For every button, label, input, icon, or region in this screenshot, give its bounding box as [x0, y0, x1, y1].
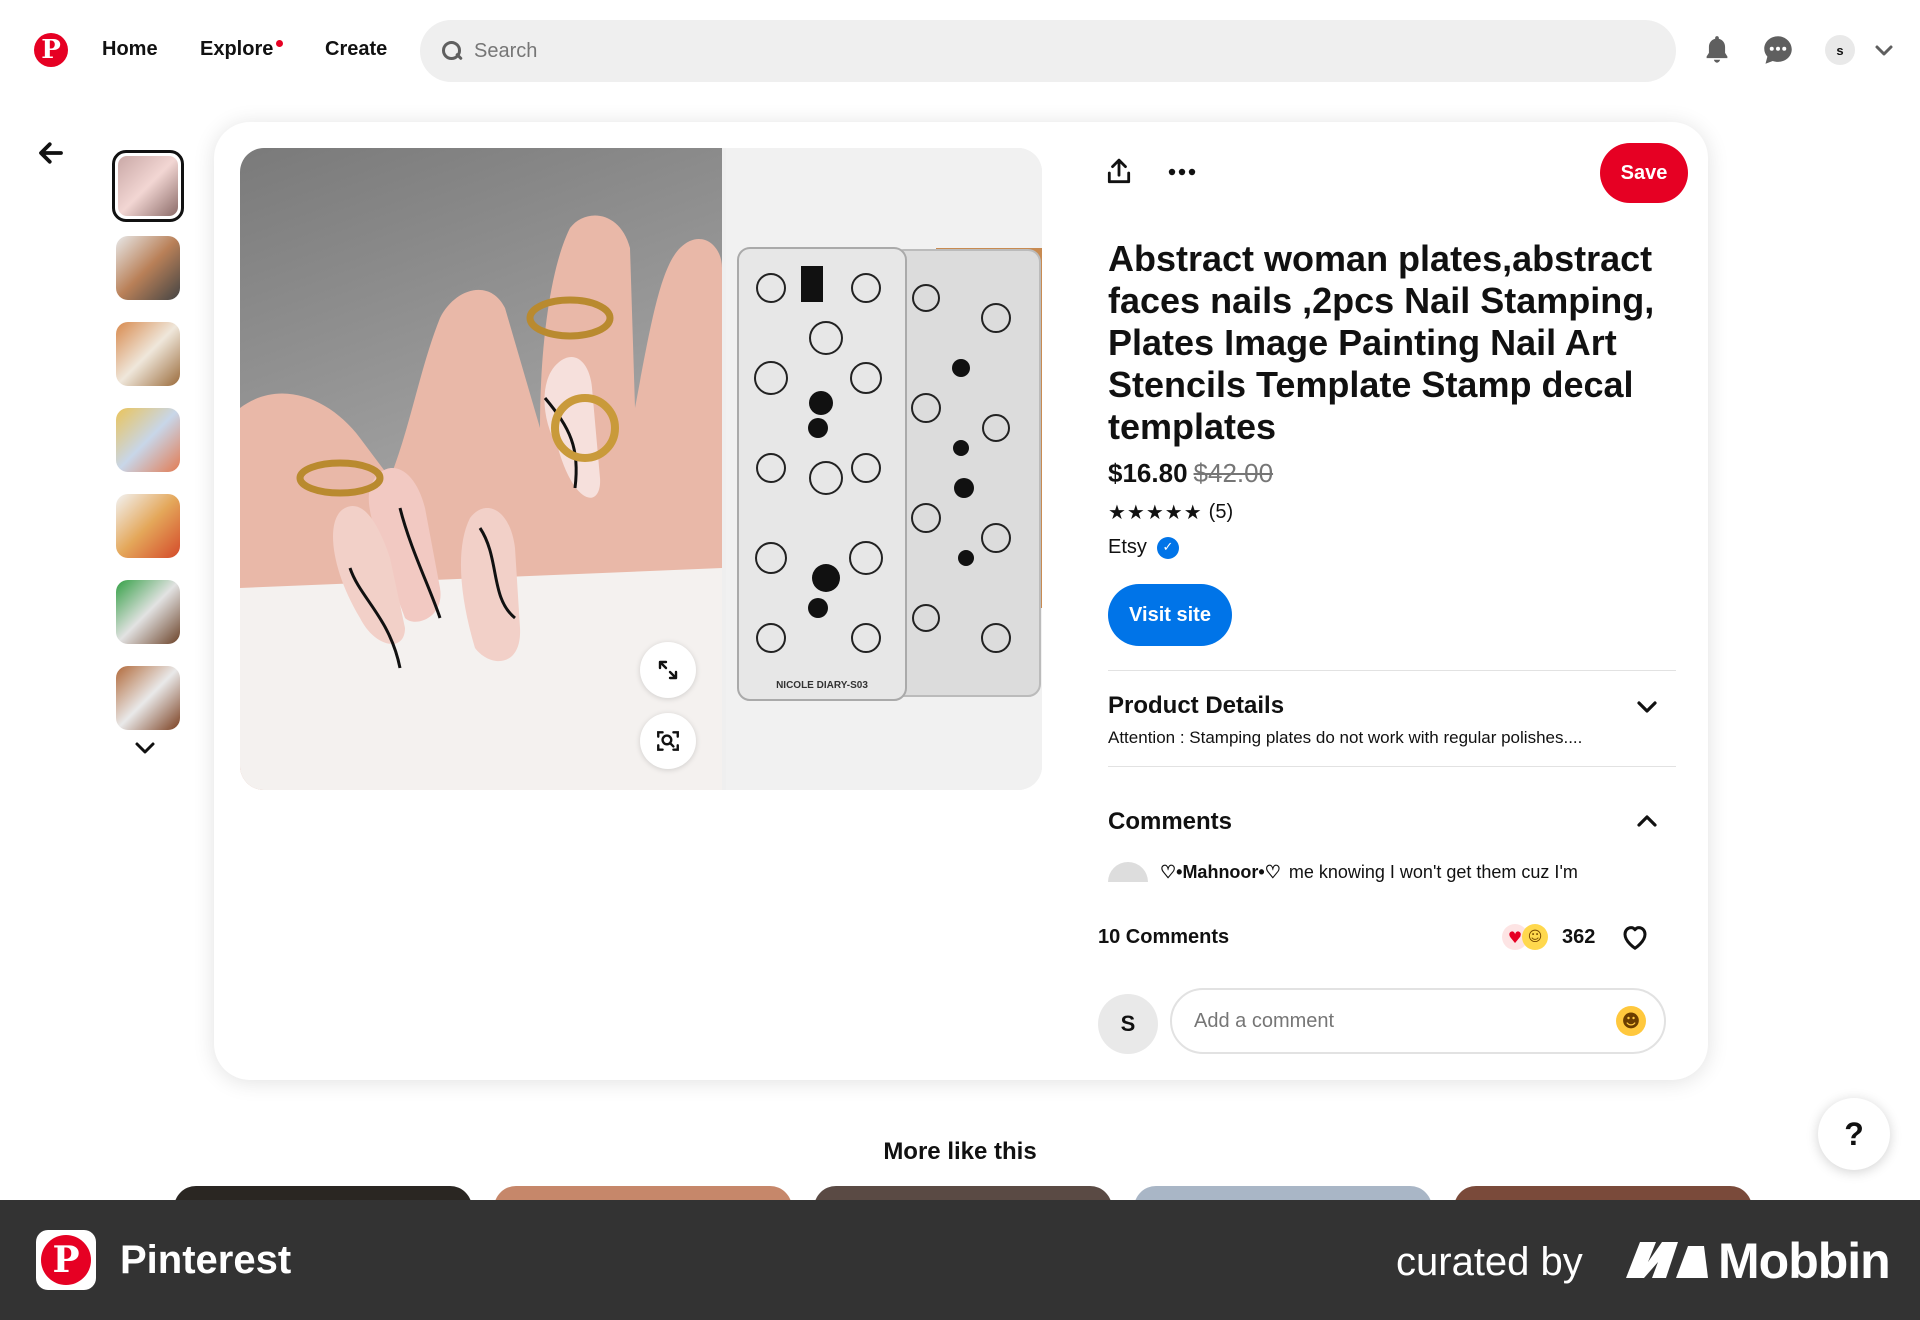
current-price: $16.80 — [1108, 458, 1188, 488]
save-button[interactable]: Save — [1600, 143, 1688, 203]
back-arrow-icon[interactable] — [36, 138, 68, 170]
top-header: P Home Explore Create Search s — [0, 0, 1920, 102]
pinterest-logo-icon: P — [36, 1230, 96, 1290]
visit-site-button[interactable]: Visit site — [1108, 584, 1232, 646]
thumbnail-item[interactable] — [116, 408, 180, 472]
share-icon[interactable] — [1106, 158, 1134, 186]
footer-curated-by: curated by — [1396, 1240, 1583, 1284]
commenter-avatar — [1108, 862, 1148, 882]
chevron-down-icon[interactable] — [132, 738, 158, 758]
footer-banner: P Pinterest curated by Mobbin — [0, 1200, 1920, 1320]
notification-dot-icon — [276, 40, 284, 47]
store-label: Etsy — [1108, 536, 1147, 558]
comment-author[interactable]: ♡•Mahnoor•♡ — [1160, 862, 1281, 882]
nav-explore-link[interactable]: Explore — [200, 38, 284, 61]
footer-app-name: Pinterest — [120, 1238, 292, 1282]
reaction-count: 362 — [1562, 925, 1596, 948]
product-details-heading[interactable]: Product Details — [1108, 692, 1284, 720]
footer-brand: Mobbin — [1718, 1233, 1891, 1289]
user-avatar[interactable]: S — [1098, 994, 1158, 1054]
divider — [1108, 670, 1676, 671]
user-avatar-small[interactable]: s — [1825, 35, 1855, 65]
product-details-text: Attention : Stamping plates do not work … — [1108, 728, 1583, 747]
search-placeholder: Search — [474, 39, 538, 62]
plate-label: NICOLE DIARY-S03 — [776, 680, 868, 691]
nail-photo — [240, 148, 722, 790]
comments-heading[interactable]: Comments — [1108, 808, 1232, 836]
thumbnail-item[interactable] — [116, 322, 180, 386]
chevron-down-icon[interactable] — [1634, 694, 1660, 720]
original-price: $42.00 — [1193, 458, 1274, 488]
chevron-down-icon[interactable] — [1874, 40, 1894, 60]
thumbnail-item[interactable] — [116, 494, 180, 558]
emoji-icon[interactable]: ☻ — [1616, 1006, 1646, 1036]
verified-check-icon: ✓ — [1156, 536, 1179, 559]
pin-title: Abstract woman plates,abstract faces nai… — [1108, 238, 1655, 447]
comment-input[interactable] — [1170, 988, 1666, 1054]
expand-icon[interactable] — [640, 642, 696, 698]
more-like-this-heading: More like this — [883, 1138, 1037, 1165]
chevron-up-icon[interactable] — [1634, 808, 1660, 834]
search-icon — [440, 39, 464, 63]
nav-home-link[interactable]: Home — [102, 38, 158, 61]
star-rating-icon: ★★★★★ — [1108, 500, 1203, 524]
thumbnail-item[interactable] — [116, 236, 180, 300]
rating[interactable]: ★★★★★ (5) — [1108, 500, 1233, 524]
visual-search-icon[interactable] — [640, 713, 696, 769]
bell-icon[interactable] — [1701, 34, 1733, 66]
chat-icon[interactable] — [1762, 34, 1794, 66]
mobbin-logo-icon — [1626, 1238, 1708, 1282]
divider — [1108, 766, 1676, 767]
heart-outline-icon[interactable] — [1620, 922, 1650, 952]
stamping-plates-photo: NICOLE DIARY-S03 — [726, 148, 1042, 790]
wow-reaction-icon: ☺ — [1522, 924, 1548, 950]
price: $16.80 $42.00 — [1108, 458, 1273, 489]
comment-preview: ♡•Mahnoor•♡ me knowing I won't get them … — [1108, 862, 1668, 882]
rating-count: (5) — [1208, 500, 1234, 523]
thumbnail-item[interactable] — [116, 666, 180, 730]
store-name[interactable]: Etsy ✓ — [1108, 536, 1179, 559]
more-options-icon[interactable] — [1166, 158, 1198, 186]
search-bar[interactable]: Search — [420, 20, 1676, 82]
pinterest-logo-icon[interactable]: P — [34, 33, 68, 67]
comment-text: me knowing I won't get them cuz I'm — [1288, 862, 1578, 882]
nav-explore-label: Explore — [200, 38, 274, 60]
nav-create-link[interactable]: Create — [325, 38, 387, 61]
pin-image[interactable]: NICOLE DIARY-S03 — [240, 148, 1042, 790]
thumbnail-item[interactable] — [112, 150, 184, 222]
comments-count: 10 Comments — [1098, 926, 1230, 948]
thumbnail-item[interactable] — [116, 580, 180, 644]
reactions[interactable]: ♥ ☺ 362 — [1502, 924, 1595, 950]
